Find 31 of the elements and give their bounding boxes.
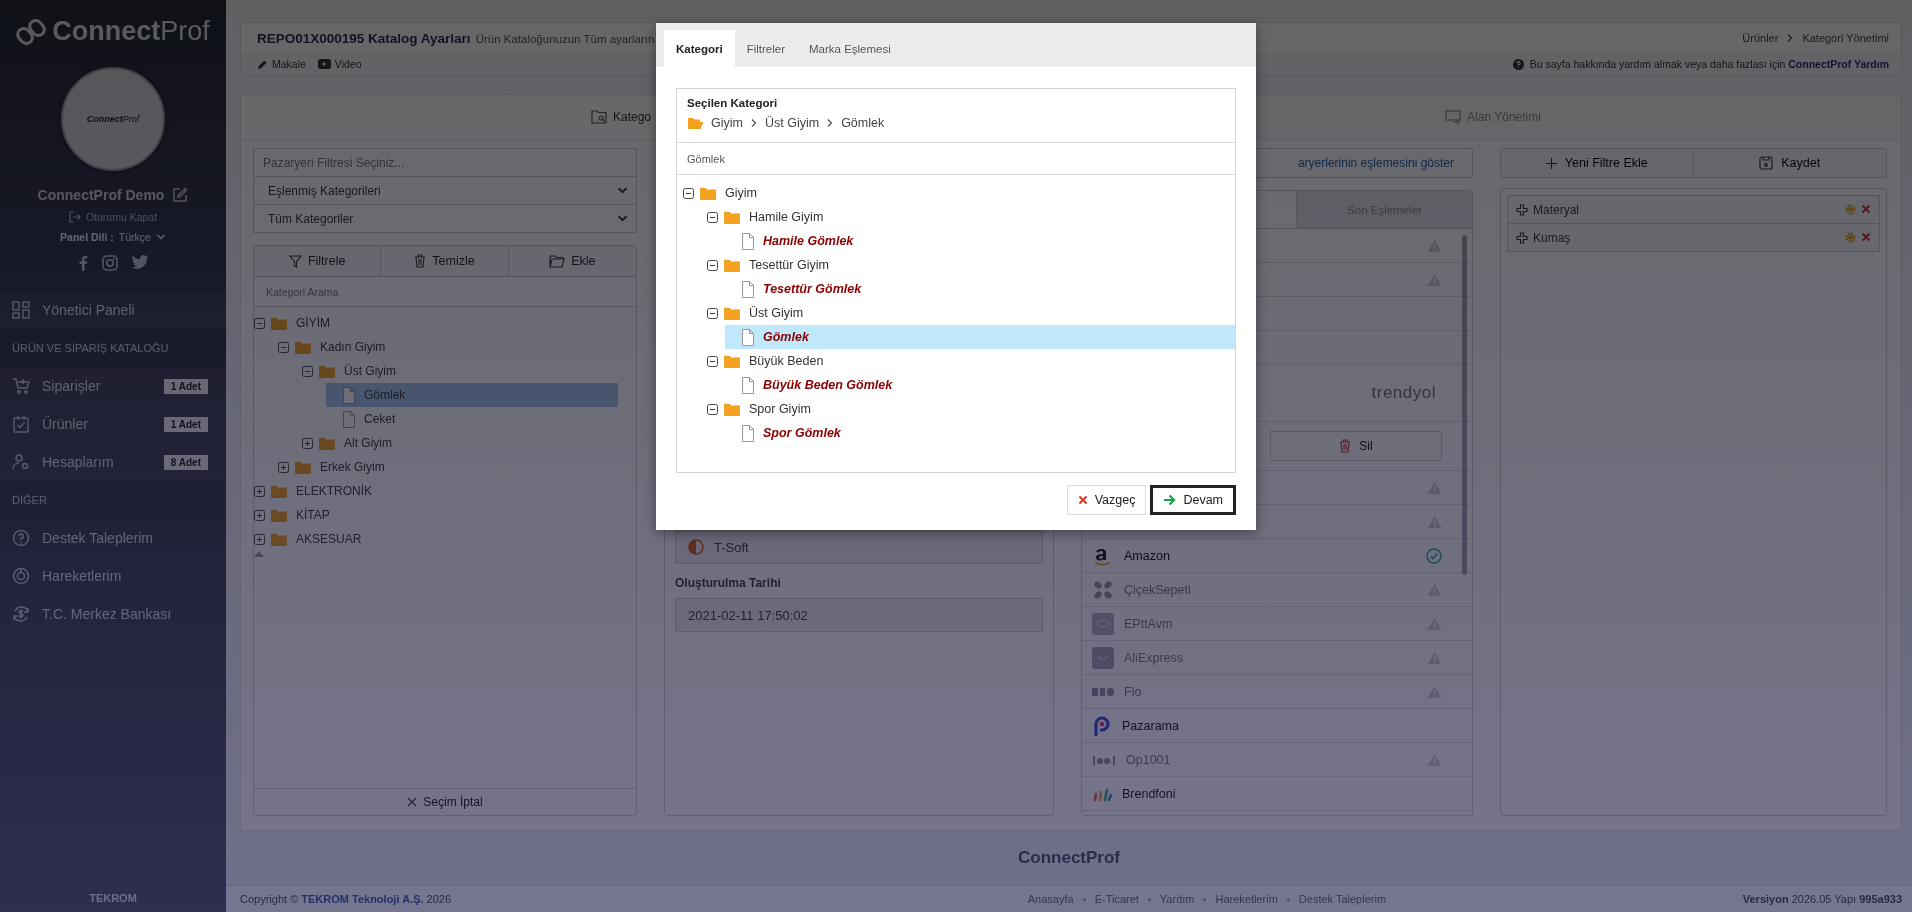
- marketplace-name: Brendfoni: [1122, 786, 1176, 801]
- page-subtitle: Ürün Kataloğunuzun Tüm ayarların: [475, 32, 655, 45]
- path-item: Gömlek: [841, 116, 885, 130]
- footer-brand: TEKROM: [88, 892, 138, 906]
- help-text: Bu sayfa hakkında yardım almak veya daha fazlası için ConnectProf Yardım: [1529, 58, 1889, 70]
- path-item: Üst Giyim: [764, 116, 820, 130]
- source-field: T-Soft: [675, 530, 1043, 564]
- marketplace-name: AliExpress: [1124, 650, 1184, 665]
- language-label: Panel Dili :: [60, 231, 114, 243]
- date-field: 2021-02-11 17:50:02: [675, 598, 1043, 632]
- copyright-text: Copyright © TEKROM Teknoloji A.Ş. 2026: [240, 893, 452, 905]
- path-item: Giyim: [711, 116, 743, 130]
- avatar: ConnectProf: [61, 67, 165, 171]
- marketplace-name: Amazon: [1124, 548, 1170, 563]
- marketplace-name: EPttAvm: [1124, 616, 1173, 631]
- field-label: Oluşturulma Tarihi: [675, 576, 782, 590]
- brand-name: ConnectProf: [52, 16, 210, 47]
- count-badge: 1 Adet: [163, 416, 208, 432]
- marketplace-name: Pazarama: [1122, 718, 1179, 733]
- filter-name: Materyal: [1533, 202, 1579, 217]
- filter-name: Kumaş: [1533, 230, 1571, 245]
- count-badge: 8 Adet: [163, 454, 208, 470]
- user-name: ConnectProf Demo: [37, 187, 165, 203]
- marketplace-name: ÇiçekSepeti: [1124, 582, 1191, 597]
- version-text: Versiyon 2026.05 Yapı 995a933: [1742, 893, 1902, 905]
- section-label: Seçilen Kategori: [687, 97, 779, 109]
- brand-logo: trendyol: [1371, 383, 1436, 403]
- footer-logo: ConnectProf: [1017, 847, 1121, 869]
- count-badge: 1 Adet: [163, 378, 208, 394]
- page-title: REPO01X000195 Katalog Ayarları: [257, 30, 471, 46]
- marketplace-name: Flo: [1124, 684, 1142, 699]
